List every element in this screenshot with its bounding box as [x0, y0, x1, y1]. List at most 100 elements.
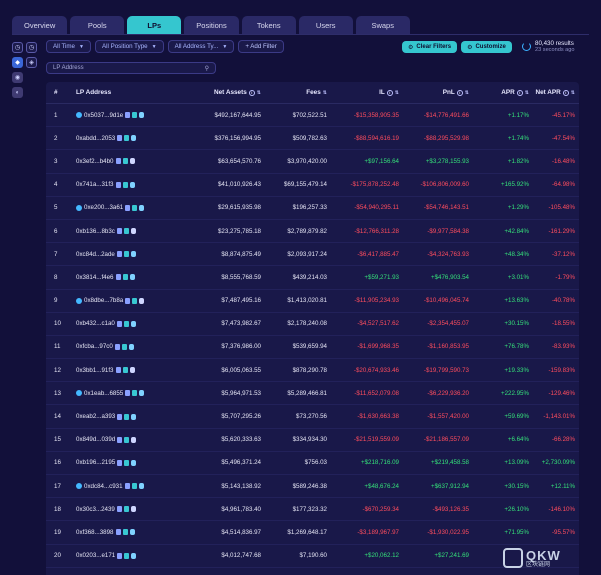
refresh-icon[interactable] [522, 42, 531, 51]
tab-tokens[interactable]: Tokens [241, 16, 296, 34]
table-row[interactable]: 7 0xc84d...2ade $8,874,875.49 $2,093,917.24… [46, 243, 579, 267]
position-type-filter[interactable]: All Position Type ▼ [94, 40, 164, 53]
copy-icon[interactable] [116, 320, 122, 327]
lp-address[interactable]: 0xeab2...a393 [76, 413, 115, 420]
chain-toggle-icon[interactable]: ◷ [12, 42, 23, 53]
lp-address-cell[interactable]: 0xfcba...97c0 [76, 343, 171, 350]
copy-icon[interactable] [125, 297, 131, 304]
lp-address[interactable]: 0x3bb1...91f3 [76, 367, 114, 374]
table-row[interactable]: 13 0x1eab...6855 $5,964,971.53 $5,289,466.8… [46, 382, 579, 406]
tab-users[interactable]: Users [298, 16, 353, 34]
copy-icon[interactable] [115, 158, 121, 165]
col-fees[interactable]: Fees ⇅ [261, 89, 327, 96]
lp-address-cell[interactable]: 0xdc84...c931 [76, 483, 171, 490]
lp-address[interactable]: 0x741a...31f3 [76, 181, 114, 188]
lp-address-cell[interactable]: 0xb432...c1a0 [76, 320, 171, 327]
lp-address-cell[interactable]: 0x8dbe...7b8a [76, 297, 171, 304]
lp-address[interactable]: 0xb432...c1a0 [76, 320, 115, 327]
lp-address[interactable]: 0xb136...8b3c [76, 228, 115, 235]
lp-address-cell[interactable]: 0xf368...3898 [76, 529, 171, 536]
lp-address[interactable]: 0xdc84...c931 [84, 483, 123, 490]
copy-icon[interactable] [116, 251, 122, 258]
lp-address-cell[interactable]: 0xe200...3a61 [76, 204, 171, 211]
table-row[interactable]: 2 0xabdd...2053 $376,156,994.95 $509,782.63… [46, 127, 579, 151]
protocol-icon[interactable]: ◉ [12, 72, 23, 83]
table-row[interactable]: 3 0x3ef2...b4b0 $63,654,570.76 $3,970,420.0… [46, 150, 579, 174]
copy-icon[interactable] [115, 181, 121, 188]
lp-address[interactable]: 0x3ef2...b4b0 [76, 158, 114, 165]
copy-icon[interactable] [116, 228, 122, 235]
lp-address[interactable]: 0x849d...039d [76, 436, 115, 443]
copy-icon[interactable] [125, 112, 131, 119]
tab-swaps[interactable]: Swaps [355, 16, 410, 34]
copy-icon[interactable] [117, 135, 123, 142]
lp-address[interactable]: 0x5037...9d1e [84, 112, 123, 119]
lp-address[interactable]: 0x30c3...2439 [76, 506, 115, 513]
ethereum-icon[interactable]: ◆ [12, 57, 23, 68]
lp-address[interactable]: 0xabdd...2053 [76, 135, 115, 142]
customize-button[interactable]: ⚙ Customize [461, 41, 512, 53]
table-row[interactable]: 17 0xdc84...c931 $5,143,138.92 $589,246.38 +… [46, 475, 579, 499]
time-filter[interactable]: All Time ▼ [46, 40, 91, 53]
lp-address-cell[interactable]: 0x3bb1...91f3 [76, 367, 171, 374]
table-row[interactable]: 16 0xb196...2195 $5,496,371.24 $756.03 +$218… [46, 452, 579, 475]
table-row[interactable]: 18 0x30c3...2439 $4,961,783.40 $177,323.32 -… [46, 498, 579, 522]
copy-icon[interactable] [117, 459, 123, 466]
lp-address[interactable]: 0xe200...3a61 [84, 204, 123, 211]
lp-address-cell[interactable]: 0x3ef2...b4b0 [76, 158, 171, 165]
table-row[interactable]: 10 0xb432...c1a0 $7,473,982.67 $2,178,240.0… [46, 313, 579, 336]
table-row[interactable]: 1 0x5037...9d1e $492,167,644.95 $702,522.51… [46, 104, 579, 128]
copy-icon[interactable] [117, 413, 123, 420]
lp-address-cell[interactable]: 0xeab2...a393 [76, 413, 171, 420]
lp-address-cell[interactable]: 0xb196...2195 [76, 459, 171, 466]
add-filter-button[interactable]: + Add Filter [238, 40, 284, 53]
lp-address-cell[interactable]: 0xabdd...2053 [76, 135, 171, 142]
address-type-filter[interactable]: All Address Ty... ▼ [167, 40, 235, 53]
lp-address-cell[interactable]: 0x3814...f4e6 [76, 274, 171, 281]
col-net-apr[interactable]: Net APR i ⇅ [529, 89, 575, 96]
col-apr[interactable]: APR i ⇅ [469, 89, 529, 96]
table-row[interactable]: 6 0xb136...8b3c $23,275,785.18 $2,789,879.8… [46, 220, 579, 244]
tab-positions[interactable]: Positions [184, 16, 239, 34]
lp-address-cell[interactable]: 0xb136...8b3c [76, 228, 171, 235]
table-row[interactable]: 9 0x8dbe...7b8a $7,487,495.16 $1,413,020.81… [46, 290, 579, 313]
copy-icon[interactable] [114, 343, 120, 350]
lp-address-cell[interactable]: 0xc84d...2ade [76, 251, 171, 258]
copy-icon[interactable] [115, 529, 121, 536]
table-row[interactable]: 14 0xeab2...a393 $5,707,295.26 $73,270.56 -$… [46, 405, 579, 429]
lp-address-cell[interactable]: 0x849d...039d [76, 436, 171, 443]
table-row[interactable]: 20 0x0203...e171 $4,012,747.68 $7,190.60 +$2… [46, 545, 579, 568]
lp-address[interactable]: 0xfcba...97c0 [76, 343, 113, 350]
lp-address-cell[interactable]: 0x0203...e171 [76, 552, 171, 559]
copy-icon[interactable] [116, 506, 122, 513]
lp-address-cell[interactable]: 0x741a...31f3 [76, 181, 171, 188]
table-row[interactable]: 8 0x3814...f4e6 $8,555,768.59 $439,214.03 +$… [46, 266, 579, 290]
protocol-alt-icon[interactable]: ◐ [12, 87, 23, 98]
lp-address[interactable]: 0x3814...f4e6 [76, 274, 114, 281]
copy-icon[interactable] [125, 204, 131, 211]
copy-icon[interactable] [115, 367, 121, 374]
network-toggle-icon[interactable]: ◷ [26, 42, 37, 53]
tab-lps[interactable]: LPs [127, 16, 182, 34]
lp-address[interactable]: 0x1eab...6855 [84, 390, 123, 397]
table-row[interactable]: 11 0xfcba...97c0 $7,376,986.00 $539,659.94 -… [46, 336, 579, 360]
lp-address[interactable]: 0x0203...e171 [76, 552, 115, 559]
copy-icon[interactable] [124, 483, 130, 490]
lp-address[interactable]: 0xf368...3898 [76, 529, 114, 536]
copy-icon[interactable] [125, 390, 131, 397]
table-row[interactable]: 15 0x849d...039d $5,620,333.63 $334,934.30 -… [46, 429, 579, 452]
arbitrum-icon[interactable]: ◈ [26, 57, 37, 68]
table-row[interactable]: 5 0xe200...3a61 $29,615,935.98 $196,257.33 -… [46, 197, 579, 220]
lp-address[interactable]: 0x8dbe...7b8a [84, 297, 123, 304]
clear-filters-button[interactable]: ⚙ Clear Filters [402, 41, 458, 53]
lp-address-search[interactable]: LP Address ⚲ [46, 62, 216, 74]
tab-pools[interactable]: Pools [70, 16, 125, 34]
lp-address-cell[interactable]: 0x30c3...2439 [76, 506, 171, 513]
col-net-assets[interactable]: Net Assets i ⇅ [171, 89, 261, 96]
lp-address[interactable]: 0xc84d...2ade [76, 251, 115, 258]
lp-address-cell[interactable]: 0x1eab...6855 [76, 390, 171, 397]
copy-icon[interactable] [117, 436, 123, 443]
copy-icon[interactable] [117, 552, 123, 559]
table-row[interactable]: 12 0x3bb1...91f3 $6,005,063.55 $878,290.78 -… [46, 359, 579, 383]
lp-address[interactable]: 0xb196...2195 [76, 459, 115, 466]
